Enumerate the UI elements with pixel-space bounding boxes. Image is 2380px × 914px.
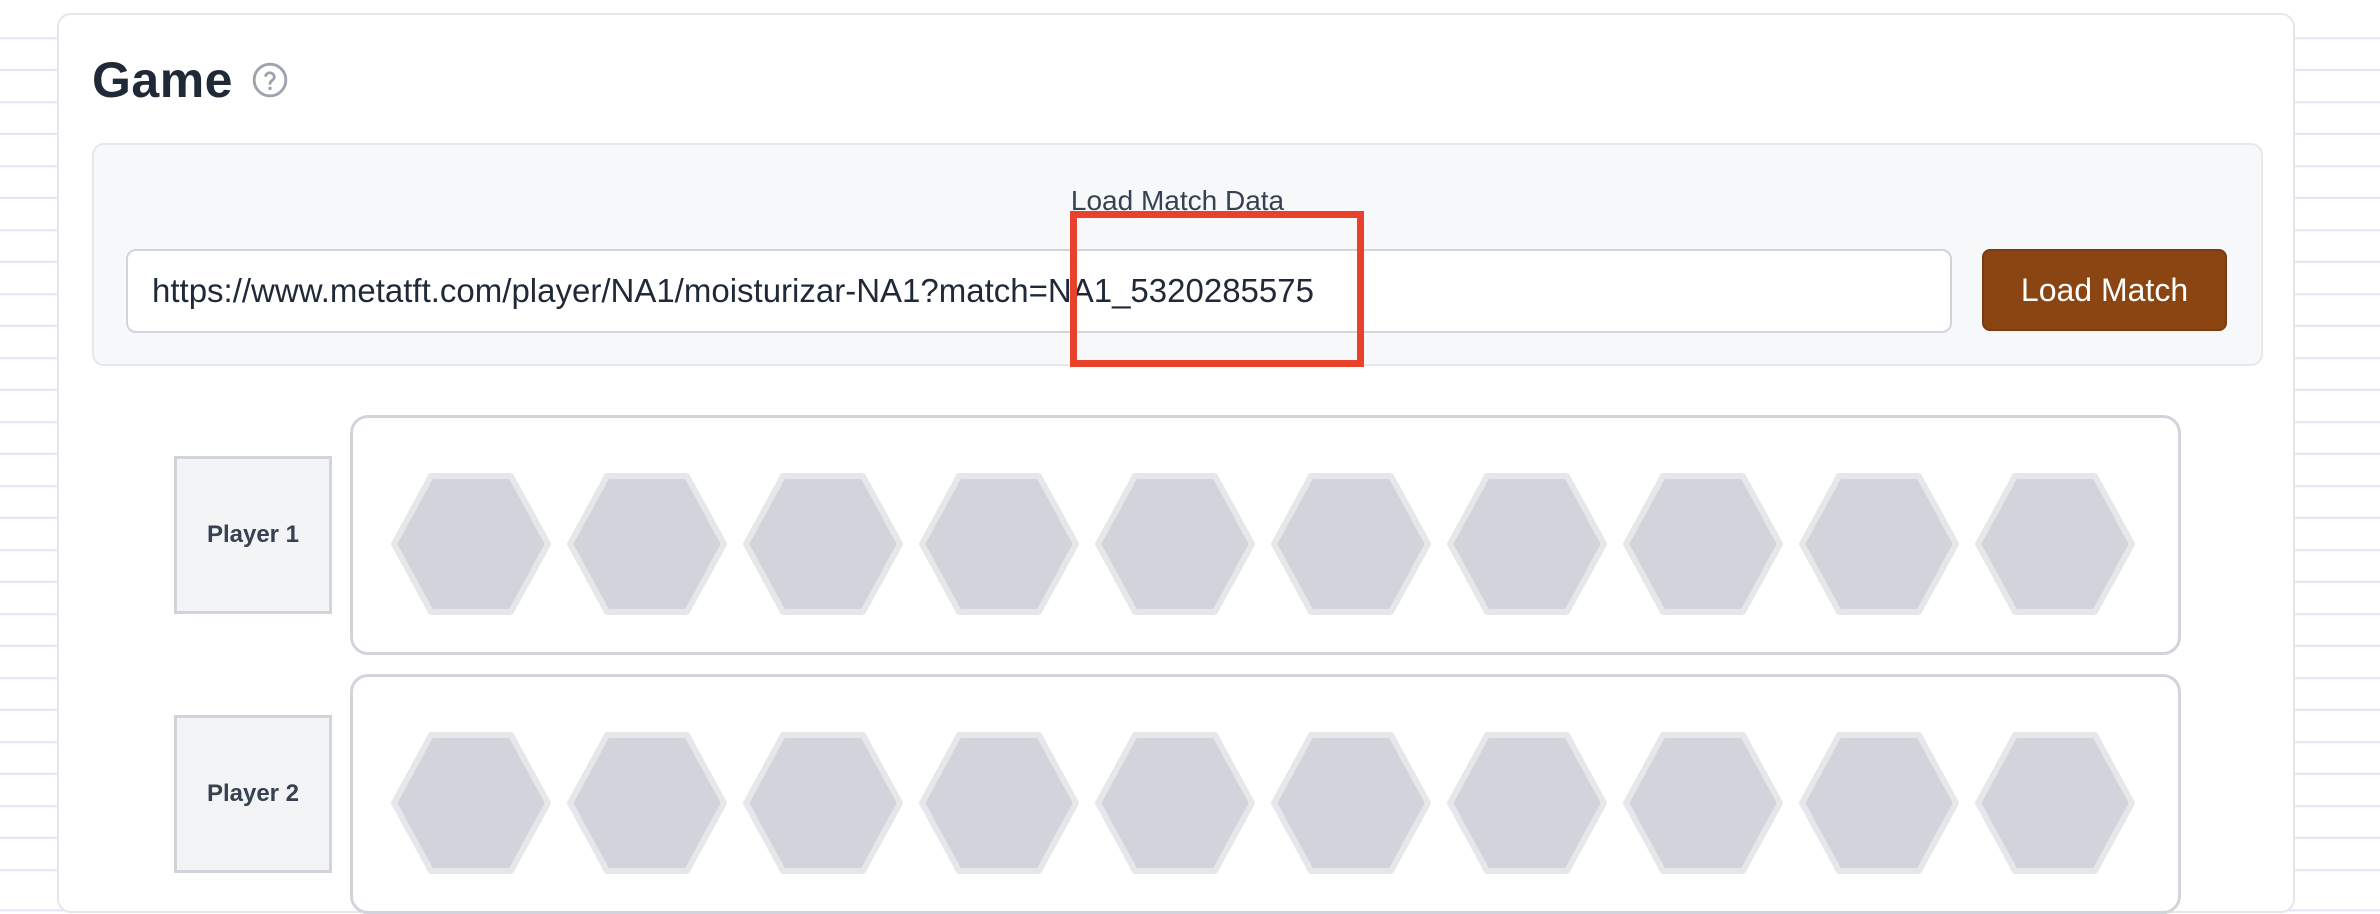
player-label: Player 1 — [174, 456, 332, 614]
load-match-label: Load Match Data — [1070, 185, 1285, 216]
champion-slot[interactable] — [1975, 473, 2135, 615]
champion-slot[interactable] — [919, 732, 1079, 874]
player-row: Player 1 — [59, 415, 2293, 655]
champion-slot[interactable] — [1799, 473, 1959, 615]
champion-slot[interactable] — [1623, 473, 1783, 615]
hexagon-icon — [1447, 473, 1607, 615]
hexagon-icon — [1095, 473, 1255, 615]
champion-slot[interactable] — [1623, 732, 1783, 874]
load-match-button[interactable]: Load Match — [1982, 249, 2227, 331]
hexagon-icon — [1623, 732, 1783, 874]
champion-slot[interactable] — [919, 473, 1079, 615]
hexagon-icon — [1447, 732, 1607, 874]
hexagon-icon — [391, 732, 551, 874]
hexagon-icon — [919, 732, 1079, 874]
hexagon-icon — [743, 732, 903, 874]
hexagon-icon — [1271, 732, 1431, 874]
champion-slot[interactable] — [1799, 732, 1959, 874]
player-label: Player 2 — [174, 715, 332, 873]
champion-slot[interactable] — [567, 473, 727, 615]
hexagon-icon — [1799, 732, 1959, 874]
game-header: Game — [92, 51, 289, 109]
champion-slot[interactable] — [1271, 732, 1431, 874]
question-circle-icon[interactable] — [251, 61, 289, 99]
hexagon-icon — [1623, 473, 1783, 615]
page-title: Game — [92, 52, 233, 108]
champion-slot[interactable] — [1447, 473, 1607, 615]
hexagon-icon — [391, 473, 551, 615]
load-match-panel: Load Match Data Load Match — [92, 143, 2263, 366]
champion-slot[interactable] — [743, 473, 903, 615]
hexagon-icon — [567, 473, 727, 615]
player-board — [350, 415, 2181, 655]
hexagon-icon — [1975, 473, 2135, 615]
champion-slot[interactable] — [1095, 732, 1255, 874]
champion-slot[interactable] — [1447, 732, 1607, 874]
game-card: Game Load Match Data Load Match Player 1… — [57, 13, 2295, 914]
champion-slot[interactable] — [567, 732, 727, 874]
hexagon-icon — [1975, 732, 2135, 874]
hexagon-icon — [567, 732, 727, 874]
champion-slot[interactable] — [743, 732, 903, 874]
champion-slot[interactable] — [391, 473, 551, 615]
player-row: Player 2 — [59, 674, 2293, 914]
hexagon-icon — [743, 473, 903, 615]
hexagon-icon — [1271, 473, 1431, 615]
player-board — [350, 674, 2181, 914]
hexagon-icon — [1799, 473, 1959, 615]
hexagon-icon — [1095, 732, 1255, 874]
hexagon-icon — [919, 473, 1079, 615]
champion-slot[interactable] — [1271, 473, 1431, 615]
champion-slot[interactable] — [391, 732, 551, 874]
champion-slot[interactable] — [1975, 732, 2135, 874]
champion-slot[interactable] — [1095, 473, 1255, 615]
match-url-input[interactable] — [126, 249, 1952, 333]
